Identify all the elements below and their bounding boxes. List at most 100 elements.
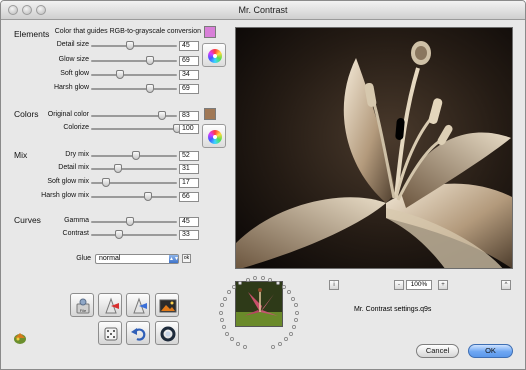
slider[interactable]: [91, 217, 177, 227]
slider-value-field[interactable]: 45: [179, 41, 199, 51]
cancel-button[interactable]: Cancel: [416, 344, 459, 358]
slider-knob[interactable]: [131, 151, 140, 160]
slider-track[interactable]: [91, 196, 177, 198]
slider-value-field[interactable]: 52: [179, 151, 199, 161]
slider-value-field[interactable]: 45: [179, 217, 199, 227]
slider-value-field[interactable]: 33: [179, 230, 199, 240]
slider-value-field[interactable]: 100: [179, 124, 199, 134]
title-bar: Mr. Contrast: [1, 1, 525, 20]
slider-value-field[interactable]: 66: [179, 192, 199, 202]
slider-value-field[interactable]: 31: [179, 164, 199, 174]
randomize-button[interactable]: [98, 321, 122, 345]
collapse-button[interactable]: ^: [501, 280, 511, 290]
slider-knob[interactable]: [146, 84, 155, 93]
slider-value-field[interactable]: 34: [179, 70, 199, 80]
prism-blue-tool-button[interactable]: [126, 293, 150, 317]
slider[interactable]: [91, 230, 177, 240]
prism-red-icon: [105, 297, 119, 314]
undo-button[interactable]: [126, 321, 150, 345]
slider-row: Original color: [31, 111, 89, 121]
slider-row: Colorize: [31, 124, 89, 134]
navigator-dot: [292, 325, 297, 330]
settings-file-name: Mr. Contrast settings.q9s: [354, 306, 432, 313]
info-button[interactable]: i: [329, 280, 339, 290]
zoom-level: 100%: [406, 280, 432, 290]
slider[interactable]: [91, 178, 177, 188]
navigator-dot: [288, 331, 293, 336]
slider-row: Detail mix: [21, 164, 89, 174]
navigator-dot: [226, 290, 231, 295]
thumbnail-image[interactable]: [235, 281, 283, 327]
slider-knob[interactable]: [146, 56, 155, 65]
navigator-dot: [222, 296, 227, 301]
glue-select[interactable]: normal ▲▼: [95, 254, 179, 264]
slider-track[interactable]: [91, 234, 177, 236]
thumbnail-navigator[interactable]: [219, 276, 302, 352]
navigator-dot: [230, 337, 235, 342]
slider-track[interactable]: [91, 88, 177, 90]
slider-track[interactable]: [91, 74, 177, 76]
app-logo-icon: [14, 333, 26, 344]
slider[interactable]: [91, 111, 177, 121]
slider-track[interactable]: [91, 128, 177, 130]
slider[interactable]: [91, 56, 177, 66]
slider-value-field[interactable]: 69: [179, 56, 199, 66]
slider-knob[interactable]: [143, 192, 152, 201]
slider-track[interactable]: [91, 45, 177, 47]
guide-color-row: Color that guides RGB-to-grayscale conve…: [55, 28, 201, 38]
prism-blue-icon: [133, 297, 147, 314]
slider[interactable]: [91, 70, 177, 80]
slider-row: Soft glow: [31, 70, 89, 80]
slider[interactable]: [91, 151, 177, 161]
zoom-out-button[interactable]: -: [394, 280, 404, 290]
zoom-in-button[interactable]: +: [438, 280, 448, 290]
slider-track[interactable]: [91, 221, 177, 223]
navigator-dot: [294, 318, 299, 323]
slider-row: Harsh glow mix: [21, 192, 89, 202]
slider-value-field[interactable]: 83: [179, 111, 199, 121]
slider-track[interactable]: [91, 60, 177, 62]
slider[interactable]: [91, 84, 177, 94]
navigator-dot: [270, 345, 275, 350]
glue-ok-button[interactable]: ok: [182, 254, 191, 263]
navigator-dot: [243, 345, 247, 350]
slider-knob[interactable]: [116, 70, 125, 79]
ok-button[interactable]: OK: [468, 344, 513, 358]
navigator-dot: [225, 331, 230, 336]
preview-image[interactable]: [235, 27, 513, 269]
guide-color-picker-button[interactable]: [202, 43, 226, 67]
slider[interactable]: [91, 41, 177, 51]
slider-knob[interactable]: [125, 217, 134, 226]
slider-knob[interactable]: [115, 230, 124, 239]
slider-label: Harsh glow: [53, 84, 89, 91]
slider-label: Contrast: [62, 230, 89, 237]
slider-track[interactable]: [91, 168, 177, 170]
glue-label: Glue: [76, 255, 91, 262]
navigator-dot: [221, 325, 226, 330]
original-color-swatch[interactable]: [204, 108, 216, 120]
slider-label: Detail mix: [58, 164, 89, 171]
slider-knob[interactable]: [113, 164, 122, 173]
reset-button[interactable]: [155, 321, 179, 345]
guide-color-swatch[interactable]: [204, 26, 216, 38]
slider-knob[interactable]: [158, 111, 167, 120]
landscape-image-icon: [159, 299, 177, 313]
glue-selected-value: normal: [99, 255, 121, 262]
slider-label: Harsh glow mix: [41, 192, 89, 199]
slider-label: Soft glow: [60, 70, 89, 77]
slider-value-field[interactable]: 17: [179, 178, 199, 188]
slider-row: Contrast: [31, 230, 89, 240]
slider-knob[interactable]: [125, 41, 134, 50]
prism-red-tool-button[interactable]: [98, 293, 122, 317]
slider-value-field[interactable]: 69: [179, 84, 199, 94]
slider[interactable]: [91, 124, 181, 134]
slider-row: Soft glow mix: [21, 178, 89, 188]
file-tool-button[interactable]: File: [70, 293, 94, 317]
colorize-picker-button[interactable]: [202, 124, 226, 148]
navigator-dot: [260, 276, 265, 281]
navigator-dot: [219, 318, 224, 323]
image-tool-button[interactable]: [155, 293, 179, 317]
slider[interactable]: [91, 164, 177, 174]
slider[interactable]: [91, 192, 177, 202]
slider-knob[interactable]: [101, 178, 110, 187]
